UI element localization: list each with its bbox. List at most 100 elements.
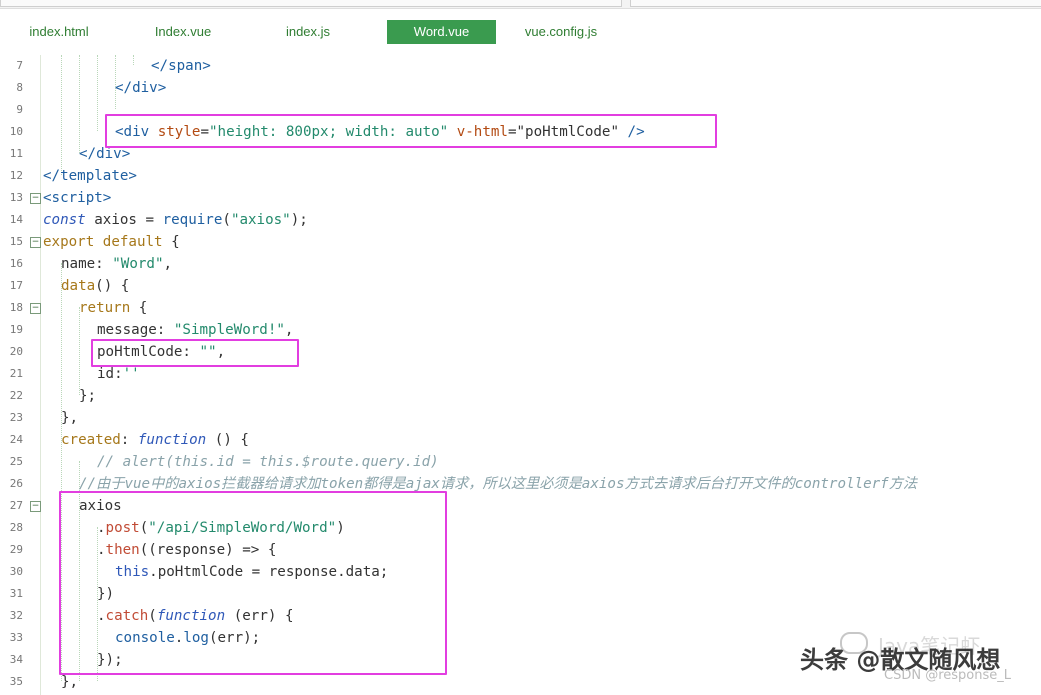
tab-vue-config-js[interactable]: vue.config.js — [516, 20, 606, 44]
line-number: 31 — [9, 587, 23, 600]
code-line-18: return { — [79, 297, 147, 319]
indent-guide — [133, 55, 134, 65]
line-number: 35 — [9, 675, 23, 688]
line-number: 10 — [9, 125, 23, 138]
token: id: — [97, 366, 123, 382]
line-number: 23 — [9, 411, 23, 424]
indent-guide — [79, 55, 80, 153]
line-number: 29 — [9, 543, 23, 556]
code-editor[interactable]: 7 8 9 10 11 12 13 14 15 16 17 18 19 20 2… — [0, 55, 1041, 695]
line-number: 32 — [9, 609, 23, 622]
line-number: 19 — [9, 323, 23, 336]
token: </div> — [115, 80, 167, 96]
annotation-box-vhtml — [105, 114, 717, 148]
line-number: 17 — [9, 279, 23, 292]
address-field-right[interactable] — [630, 0, 1041, 7]
token: // alert(this.id = this.$route.query.id) — [97, 454, 439, 470]
token: data — [61, 278, 96, 294]
line-number: 13 — [9, 191, 23, 204]
line-number: 18 — [9, 301, 23, 314]
line-number: 15 — [9, 235, 23, 248]
indent-guide — [97, 55, 98, 131]
line-number: 20 — [9, 345, 23, 358]
indent-guide — [61, 55, 62, 175]
code-line-24: created: function () { — [61, 429, 249, 451]
tab-word-vue[interactable]: Word.vue — [387, 20, 496, 44]
token: ); — [290, 212, 308, 228]
token: message: — [97, 322, 174, 338]
token: "axios" — [230, 212, 291, 228]
token: //由于vue中的axios拦截器给请求加token都得是ajax请求，所以这里… — [79, 476, 918, 492]
token: ( — [222, 212, 231, 228]
line-number: 30 — [9, 565, 23, 578]
window-top-strip — [0, 0, 1041, 9]
token: { — [130, 300, 148, 316]
csdn-watermark: CSDN @response_L — [884, 668, 1011, 683]
token: </span> — [151, 58, 211, 74]
tab-index-js[interactable]: index.js — [266, 20, 350, 44]
tab-index-vue[interactable]: Index.vue — [141, 20, 225, 44]
token: export default — [43, 234, 163, 250]
gutter-separator — [40, 55, 41, 695]
token: <script> — [43, 190, 112, 206]
code-line-16: name: "Word", — [61, 253, 172, 275]
token: name: — [61, 256, 113, 272]
code-line-25: // alert(this.id = this.$route.query.id) — [97, 451, 439, 473]
line-number: 22 — [9, 389, 23, 402]
annotation-box-pohtmlcode — [91, 339, 299, 367]
fold-toggle-icon[interactable]: − — [30, 501, 41, 512]
line-number: 16 — [9, 257, 23, 270]
line-number: 25 — [9, 455, 23, 468]
line-number: 7 — [16, 59, 23, 72]
token: "Word" — [112, 256, 164, 272]
token: () { — [95, 278, 130, 294]
fold-toggle-icon[interactable]: − — [30, 193, 41, 204]
token: created — [61, 432, 121, 448]
token: </template> — [43, 168, 137, 184]
address-field-left[interactable] — [0, 0, 622, 7]
tab-index-html[interactable]: index.html — [17, 20, 101, 44]
code-line-15: export default { — [43, 231, 180, 253]
line-number: 28 — [9, 521, 23, 534]
code-line-19: message: "SimpleWord!", — [97, 319, 293, 341]
token: require — [162, 212, 223, 228]
token: , — [163, 256, 173, 272]
code-line-14: const axios = require("axios"); — [43, 209, 308, 231]
line-number: 12 — [9, 169, 23, 182]
token: '' — [122, 366, 140, 382]
token: : — [120, 432, 138, 448]
code-line-13: <script> — [43, 187, 111, 209]
line-number: 8 — [16, 81, 23, 94]
code-line-22: }; — [79, 385, 96, 407]
code-line-12: </template> — [43, 165, 137, 187]
fold-toggle-icon[interactable]: − — [30, 303, 41, 314]
line-number: 34 — [9, 653, 23, 666]
line-number: 14 — [9, 213, 23, 226]
code-line-17: data() { — [61, 275, 129, 297]
token: }; — [79, 388, 97, 404]
line-number: 24 — [9, 433, 23, 446]
editor-tab-bar: index.html Index.vue index.js Word.vue v… — [0, 16, 1041, 46]
code-line-8: </div> — [115, 77, 166, 99]
line-number: 33 — [9, 631, 23, 644]
token: () { — [206, 432, 249, 448]
code-line-7: </span> — [151, 55, 211, 77]
token: function — [137, 432, 207, 448]
token: "SimpleWord!" — [173, 322, 285, 338]
token: }, — [61, 674, 79, 690]
line-number: 11 — [9, 147, 23, 160]
line-number: 26 — [9, 477, 23, 490]
code-line-23: }, — [61, 407, 78, 429]
line-number: 27 — [9, 499, 23, 512]
line-number: 21 — [9, 367, 23, 380]
token: </div> — [79, 146, 131, 162]
annotation-box-axios-call — [59, 491, 447, 675]
line-number: 9 — [16, 103, 23, 116]
fold-toggle-icon[interactable]: − — [30, 237, 41, 248]
token: , — [284, 322, 294, 338]
token: }, — [61, 410, 79, 426]
token: return — [79, 300, 131, 316]
token: const — [43, 212, 86, 228]
token: { — [162, 234, 180, 250]
token: axios = — [85, 212, 163, 228]
